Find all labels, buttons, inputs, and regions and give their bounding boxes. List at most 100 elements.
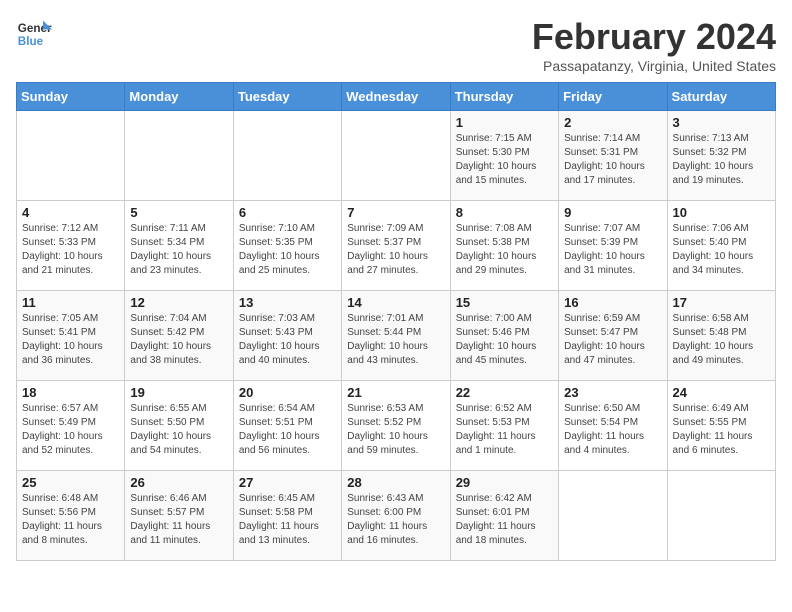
day-info: Sunrise: 6:42 AM Sunset: 6:01 PM Dayligh… bbox=[456, 492, 553, 548]
logo-icon: General Blue bbox=[16, 16, 52, 52]
day-number: 24 bbox=[673, 385, 770, 400]
calendar-cell: 10 Sunrise: 7:06 AM Sunset: 5:40 PM Dayli… bbox=[667, 201, 775, 291]
calendar-cell: 8 Sunrise: 7:08 AM Sunset: 5:38 PM Daylig… bbox=[450, 201, 558, 291]
calendar-cell: 19 Sunrise: 6:55 AM Sunset: 5:50 PM Dayli… bbox=[125, 381, 233, 471]
day-info: Sunrise: 7:13 AM Sunset: 5:32 PM Dayligh… bbox=[673, 132, 770, 188]
day-info: Sunrise: 6:45 AM Sunset: 5:58 PM Dayligh… bbox=[239, 492, 336, 548]
day-number: 1 bbox=[456, 115, 553, 130]
calendar-week-row: 4 Sunrise: 7:12 AM Sunset: 5:33 PM Daylig… bbox=[17, 201, 776, 291]
calendar-cell: 3 Sunrise: 7:13 AM Sunset: 5:32 PM Daylig… bbox=[667, 111, 775, 201]
day-number: 17 bbox=[673, 295, 770, 310]
calendar-cell: 14 Sunrise: 7:01 AM Sunset: 5:44 PM Dayli… bbox=[342, 291, 450, 381]
day-info: Sunrise: 7:03 AM Sunset: 5:43 PM Dayligh… bbox=[239, 312, 336, 368]
calendar-cell: 6 Sunrise: 7:10 AM Sunset: 5:35 PM Daylig… bbox=[233, 201, 341, 291]
calendar-cell bbox=[233, 111, 341, 201]
calendar-cell: 29Sunrise: 6:42 AM Sunset: 6:01 PM Dayli… bbox=[450, 471, 558, 561]
day-info: Sunrise: 6:48 AM Sunset: 5:56 PM Dayligh… bbox=[22, 492, 119, 548]
calendar-week-row: 11Sunrise: 7:05 AM Sunset: 5:41 PM Dayli… bbox=[17, 291, 776, 381]
calendar-cell bbox=[17, 111, 125, 201]
day-info: Sunrise: 7:14 AM Sunset: 5:31 PM Dayligh… bbox=[564, 132, 661, 188]
day-info: Sunrise: 6:46 AM Sunset: 5:57 PM Dayligh… bbox=[130, 492, 227, 548]
day-number: 6 bbox=[239, 205, 336, 220]
day-info: Sunrise: 6:53 AM Sunset: 5:52 PM Dayligh… bbox=[347, 402, 444, 458]
calendar-week-row: 1 Sunrise: 7:15 AM Sunset: 5:30 PM Daylig… bbox=[17, 111, 776, 201]
weekday-header-friday: Friday bbox=[559, 83, 667, 111]
calendar-cell: 25 Sunrise: 6:48 AM Sunset: 5:56 PM Dayli… bbox=[17, 471, 125, 561]
day-info: Sunrise: 7:08 AM Sunset: 5:38 PM Dayligh… bbox=[456, 222, 553, 278]
calendar-cell: 24 Sunrise: 6:49 AM Sunset: 5:55 PM Dayli… bbox=[667, 381, 775, 471]
day-number: 3 bbox=[673, 115, 770, 130]
calendar-cell: 27 Sunrise: 6:45 AM Sunset: 5:58 PM Dayli… bbox=[233, 471, 341, 561]
day-number: 13 bbox=[239, 295, 336, 310]
weekday-header-tuesday: Tuesday bbox=[233, 83, 341, 111]
day-number: 20 bbox=[239, 385, 336, 400]
day-number: 4 bbox=[22, 205, 119, 220]
day-info: Sunrise: 7:01 AM Sunset: 5:44 PM Dayligh… bbox=[347, 312, 444, 368]
calendar-cell: 17 Sunrise: 6:58 AM Sunset: 5:48 PM Dayli… bbox=[667, 291, 775, 381]
day-number: 12 bbox=[130, 295, 227, 310]
calendar-cell: 20Sunrise: 6:54 AM Sunset: 5:51 PM Dayli… bbox=[233, 381, 341, 471]
day-info: Sunrise: 7:07 AM Sunset: 5:39 PM Dayligh… bbox=[564, 222, 661, 278]
weekday-header-monday: Monday bbox=[125, 83, 233, 111]
day-number: 9 bbox=[564, 205, 661, 220]
day-number: 23 bbox=[564, 385, 661, 400]
day-info: Sunrise: 7:06 AM Sunset: 5:40 PM Dayligh… bbox=[673, 222, 770, 278]
calendar-cell: 2 Sunrise: 7:14 AM Sunset: 5:31 PM Daylig… bbox=[559, 111, 667, 201]
day-number: 2 bbox=[564, 115, 661, 130]
day-info: Sunrise: 6:49 AM Sunset: 5:55 PM Dayligh… bbox=[673, 402, 770, 458]
calendar-cell bbox=[342, 111, 450, 201]
day-info: Sunrise: 6:55 AM Sunset: 5:50 PM Dayligh… bbox=[130, 402, 227, 458]
day-number: 16 bbox=[564, 295, 661, 310]
weekday-header-thursday: Thursday bbox=[450, 83, 558, 111]
header: General Blue February 2024 Passapatanzy,… bbox=[16, 16, 776, 74]
calendar-cell bbox=[559, 471, 667, 561]
day-number: 8 bbox=[456, 205, 553, 220]
day-info: Sunrise: 7:10 AM Sunset: 5:35 PM Dayligh… bbox=[239, 222, 336, 278]
calendar-cell: 16 Sunrise: 6:59 AM Sunset: 5:47 PM Dayli… bbox=[559, 291, 667, 381]
calendar-cell: 21 Sunrise: 6:53 AM Sunset: 5:52 PM Dayli… bbox=[342, 381, 450, 471]
day-number: 21 bbox=[347, 385, 444, 400]
weekday-header-row: SundayMondayTuesdayWednesdayThursdayFrid… bbox=[17, 83, 776, 111]
day-number: 27 bbox=[239, 475, 336, 490]
day-info: Sunrise: 7:11 AM Sunset: 5:34 PM Dayligh… bbox=[130, 222, 227, 278]
day-info: Sunrise: 6:59 AM Sunset: 5:47 PM Dayligh… bbox=[564, 312, 661, 368]
day-number: 28 bbox=[347, 475, 444, 490]
day-info: Sunrise: 7:00 AM Sunset: 5:46 PM Dayligh… bbox=[456, 312, 553, 368]
day-number: 5 bbox=[130, 205, 227, 220]
calendar-cell: 5 Sunrise: 7:11 AM Sunset: 5:34 PM Daylig… bbox=[125, 201, 233, 291]
weekday-header-saturday: Saturday bbox=[667, 83, 775, 111]
day-number: 25 bbox=[22, 475, 119, 490]
calendar-cell: 22Sunrise: 6:52 AM Sunset: 5:53 PM Dayli… bbox=[450, 381, 558, 471]
calendar-table: SundayMondayTuesdayWednesdayThursdayFrid… bbox=[16, 82, 776, 561]
day-info: Sunrise: 6:52 AM Sunset: 5:53 PM Dayligh… bbox=[456, 402, 553, 458]
day-number: 19 bbox=[130, 385, 227, 400]
day-number: 14 bbox=[347, 295, 444, 310]
calendar-cell: 18 Sunrise: 6:57 AM Sunset: 5:49 PM Dayli… bbox=[17, 381, 125, 471]
day-info: Sunrise: 7:15 AM Sunset: 5:30 PM Dayligh… bbox=[456, 132, 553, 188]
calendar-cell: 13 Sunrise: 7:03 AM Sunset: 5:43 PM Dayli… bbox=[233, 291, 341, 381]
day-number: 26 bbox=[130, 475, 227, 490]
day-info: Sunrise: 6:43 AM Sunset: 6:00 PM Dayligh… bbox=[347, 492, 444, 548]
calendar-cell: 4 Sunrise: 7:12 AM Sunset: 5:33 PM Daylig… bbox=[17, 201, 125, 291]
day-info: Sunrise: 7:12 AM Sunset: 5:33 PM Dayligh… bbox=[22, 222, 119, 278]
weekday-header-wednesday: Wednesday bbox=[342, 83, 450, 111]
calendar-cell: 23Sunrise: 6:50 AM Sunset: 5:54 PM Dayli… bbox=[559, 381, 667, 471]
calendar-cell: 12 Sunrise: 7:04 AM Sunset: 5:42 PM Dayli… bbox=[125, 291, 233, 381]
svg-text:Blue: Blue bbox=[18, 35, 44, 48]
day-info: Sunrise: 6:57 AM Sunset: 5:49 PM Dayligh… bbox=[22, 402, 119, 458]
calendar-cell: 28 Sunrise: 6:43 AM Sunset: 6:00 PM Dayli… bbox=[342, 471, 450, 561]
calendar-cell: 7Sunrise: 7:09 AM Sunset: 5:37 PM Daylig… bbox=[342, 201, 450, 291]
calendar-cell: 26 Sunrise: 6:46 AM Sunset: 5:57 PM Dayli… bbox=[125, 471, 233, 561]
day-number: 18 bbox=[22, 385, 119, 400]
main-title: February 2024 bbox=[532, 16, 776, 58]
logo: General Blue bbox=[16, 16, 52, 52]
calendar-cell bbox=[125, 111, 233, 201]
calendar-cell: 11Sunrise: 7:05 AM Sunset: 5:41 PM Dayli… bbox=[17, 291, 125, 381]
title-area: February 2024 Passapatanzy, Virginia, Un… bbox=[532, 16, 776, 74]
calendar-week-row: 18 Sunrise: 6:57 AM Sunset: 5:49 PM Dayli… bbox=[17, 381, 776, 471]
day-info: Sunrise: 7:04 AM Sunset: 5:42 PM Dayligh… bbox=[130, 312, 227, 368]
day-info: Sunrise: 6:58 AM Sunset: 5:48 PM Dayligh… bbox=[673, 312, 770, 368]
subtitle: Passapatanzy, Virginia, United States bbox=[532, 58, 776, 74]
day-number: 10 bbox=[673, 205, 770, 220]
weekday-header-sunday: Sunday bbox=[17, 83, 125, 111]
